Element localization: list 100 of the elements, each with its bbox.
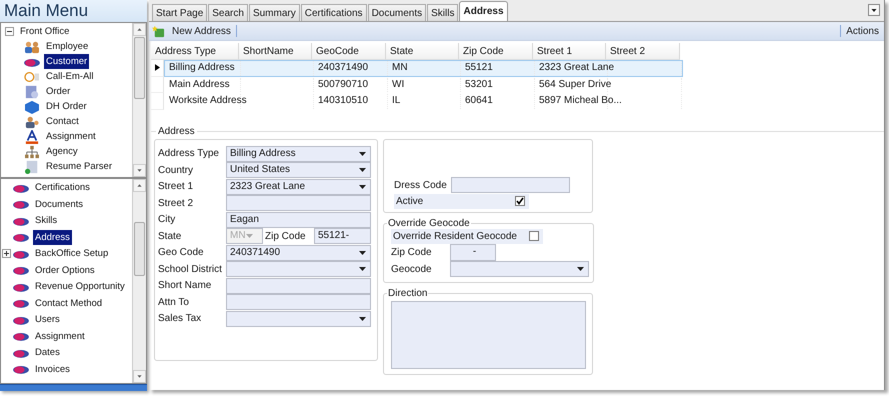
- dropdown-field[interactable]: 240371490: [226, 244, 371, 261]
- tree-item[interactable]: Front Office: [18, 24, 72, 39]
- scroll-down-icon[interactable]: [133, 370, 146, 384]
- table-cell: 240371490: [318, 62, 368, 73]
- expand-toggle-icon[interactable]: [2, 249, 11, 258]
- tree-item[interactable]: Assignment: [44, 129, 98, 144]
- scroll-thumb[interactable]: [134, 37, 145, 99]
- new-address-button[interactable]: New Address: [149, 23, 234, 39]
- tree-item[interactable]: Contact Method: [33, 296, 104, 311]
- tree-item[interactable]: Call-Em-All: [44, 69, 96, 84]
- checkbox-label: Active: [396, 196, 424, 206]
- field-label: Zip Code: [391, 246, 433, 258]
- column-header[interactable]: ShortName: [239, 43, 312, 60]
- table-row[interactable]: Billing Address 240371490 MN 55121 2323 Great Lane: [164, 60, 683, 76]
- field-label: Geo Code: [158, 247, 205, 258]
- new-item-icon: [152, 24, 165, 38]
- scroll-down-icon[interactable]: [133, 164, 146, 177]
- table-cell: 5897 Micheal Bo...: [539, 95, 622, 106]
- field-label: Address Type: [158, 148, 220, 160]
- tree-item[interactable]: Invoices: [33, 362, 72, 377]
- tree-item[interactable]: DH Order: [44, 99, 89, 114]
- tab[interactable]: Skills: [427, 4, 458, 21]
- tree-item[interactable]: Assignment: [33, 328, 87, 344]
- input-field[interactable]: [451, 177, 570, 193]
- scroll-thumb[interactable]: [134, 222, 145, 276]
- tree-item[interactable]: BackOffice Setup: [33, 246, 110, 262]
- tree-item[interactable]: Order: [44, 84, 72, 99]
- dropdown-field[interactable]: Billing Address: [226, 146, 371, 162]
- letter-icon: [23, 130, 41, 144]
- field-label: Geocode: [391, 264, 433, 274]
- checkbox[interactable]: [529, 231, 539, 241]
- checkbox-row[interactable]: Override Resident Geocode: [391, 228, 543, 244]
- collapse-toggle-icon[interactable]: [5, 27, 14, 36]
- column-header[interactable]: Street 1: [533, 43, 606, 60]
- table-cell: 500790710: [318, 78, 368, 90]
- direction-text-area[interactable]: [391, 300, 586, 368]
- column-header[interactable]: Address Type: [151, 43, 239, 60]
- column-header[interactable]: Zip Code: [459, 43, 533, 60]
- table-row[interactable]: Worksite Address 140310510 IL 60641 5897 Micheal Bo...: [164, 93, 683, 110]
- tree-item[interactable]: Agency: [44, 144, 80, 159]
- caret-icon: [359, 168, 366, 172]
- checkbox-label: Override Resident Geocode: [393, 230, 517, 242]
- caret-icon: [359, 184, 366, 189]
- column-header[interactable]: State: [386, 43, 459, 60]
- tab[interactable]: Address: [459, 1, 508, 21]
- dropdown-field[interactable]: 2323 Great Lane: [226, 178, 371, 195]
- input-field[interactable]: [226, 195, 371, 212]
- tab[interactable]: Search: [208, 4, 248, 21]
- input-field[interactable]: -: [450, 244, 496, 260]
- scroll-up-icon[interactable]: [133, 178, 146, 192]
- tree-item[interactable]: Users: [33, 312, 62, 328]
- tab[interactable]: Certifications: [300, 4, 367, 21]
- actions-button[interactable]: Actions: [843, 23, 884, 39]
- checkbox[interactable]: [515, 196, 525, 206]
- dropdown-icon[interactable]: [868, 4, 880, 16]
- tree-item[interactable]: Skills: [33, 213, 60, 228]
- cube-icon: [23, 100, 41, 114]
- caret-icon: [359, 250, 366, 255]
- input-field[interactable]: [226, 278, 371, 294]
- field-label: Zip Code: [264, 230, 307, 242]
- column-header[interactable]: GeoCode: [312, 43, 386, 60]
- group-title: Override Geocode: [387, 218, 471, 228]
- tree-item[interactable]: Revenue Opportunity: [33, 279, 127, 294]
- checkbox-row[interactable]: Active: [394, 194, 529, 208]
- tree-item[interactable]: Resume Parser: [44, 159, 114, 174]
- tab[interactable]: Start Page: [152, 4, 208, 21]
- tree-item[interactable]: Order Options: [33, 262, 97, 278]
- tree-item[interactable]: Customer: [44, 54, 90, 69]
- scrollbar[interactable]: [132, 178, 146, 384]
- tree-item[interactable]: Dates: [33, 345, 62, 360]
- input-field[interactable]: Eagan: [226, 212, 371, 228]
- field-label: Dress Code: [394, 180, 448, 190]
- scrollbar[interactable]: [132, 23, 146, 177]
- table-cell: WI: [392, 78, 404, 90]
- table-cell: MN: [392, 62, 408, 73]
- field-label: City: [158, 214, 176, 226]
- tree-item[interactable]: Certifications: [33, 180, 92, 196]
- table-cell: Billing Address: [169, 62, 235, 73]
- splitter-bar[interactable]: [0, 384, 147, 391]
- tree-item[interactable]: Contact: [44, 114, 81, 129]
- table-cell: 60641: [465, 95, 493, 106]
- dropdown-field[interactable]: [450, 261, 589, 277]
- tree-item[interactable]: Employee: [44, 39, 90, 54]
- tab[interactable]: Summary: [248, 4, 300, 21]
- tree-item[interactable]: Address: [33, 230, 72, 245]
- field-label: School District: [158, 264, 223, 275]
- tab[interactable]: Documents: [368, 4, 426, 21]
- column-header[interactable]: Street 2: [606, 43, 680, 60]
- scroll-up-icon[interactable]: [133, 23, 146, 36]
- table-cell: 55121: [465, 62, 493, 73]
- dropdown-field[interactable]: [226, 261, 371, 278]
- field-label: Short Name: [158, 280, 212, 292]
- table-cell: Main Address: [169, 78, 230, 90]
- field-label: State: [158, 230, 182, 242]
- tree-item[interactable]: Documents: [33, 196, 86, 212]
- dropdown-field[interactable]: [226, 310, 371, 327]
- table-row[interactable]: Main Address 500790710 WI 53201 564 Super Drive: [164, 76, 683, 93]
- table-cell: 564 Super Drive: [539, 78, 612, 90]
- input-field[interactable]: [226, 294, 371, 310]
- dropdown-field[interactable]: United States: [226, 162, 371, 178]
